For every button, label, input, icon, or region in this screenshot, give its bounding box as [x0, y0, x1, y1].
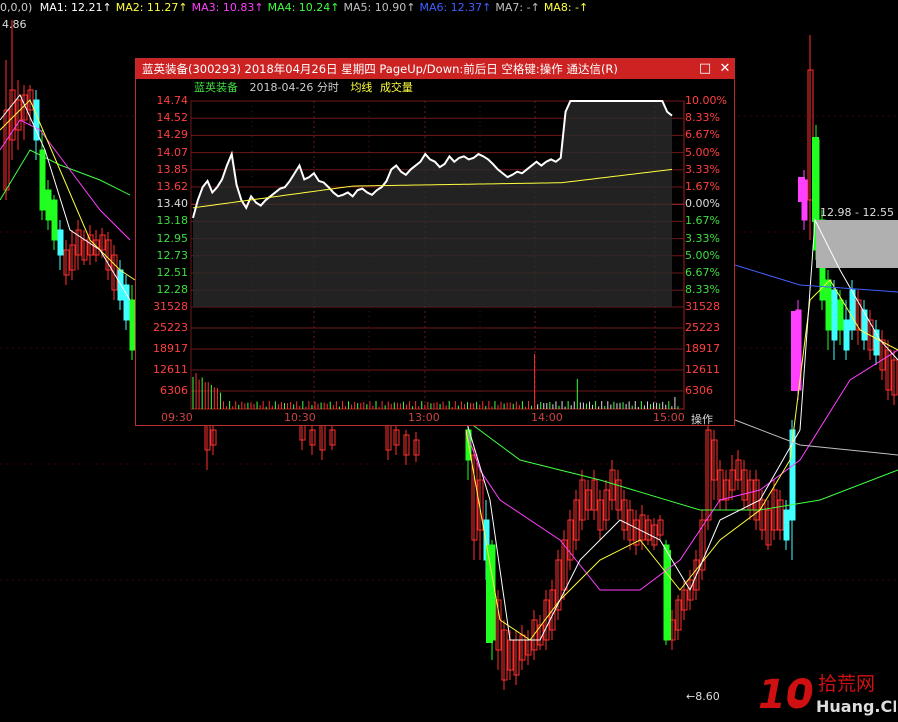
percent-tick-right: 5.00% — [685, 248, 720, 262]
volume-tick-left: 31528 — [153, 300, 188, 313]
ma-item-3: MA3: 10.83↑ — [191, 1, 264, 14]
brand-name: 拾荒网 — [818, 673, 875, 695]
percent-tick-right: 10.00% — [685, 94, 727, 107]
percent-tick-right: 5.00% — [685, 145, 720, 159]
volume-tick-left: 6306 — [160, 384, 188, 397]
watermark-logo: 10 拾荒网 Huang.CN — [756, 668, 898, 718]
percent-tick-right: 6.67% — [685, 128, 720, 142]
price-range-box — [816, 220, 898, 268]
candle-body — [39, 149, 46, 211]
time-tick: 09:30 — [161, 411, 193, 424]
candle-body — [664, 550, 671, 640]
ma-line — [465, 419, 898, 511]
time-tick: 13:00 — [408, 411, 440, 424]
time-tick: 10:30 — [284, 411, 316, 424]
price-tick-left: 14.07 — [156, 145, 189, 159]
ma-line — [734, 264, 898, 293]
candle-body — [798, 177, 805, 202]
price-tick-left: 14.29 — [156, 128, 189, 142]
ma-indicator-bar: 0,0,0) MA1: 12.21↑ MA2: 11.27↑ MA3: 10.83↑… — [0, 0, 596, 16]
ma-line — [0, 119, 131, 241]
brand-number: 10 — [758, 672, 814, 718]
range-label: 12.98 - 12.55 — [820, 206, 894, 219]
time-tick: 14:00 — [531, 411, 563, 424]
price-area — [193, 101, 672, 307]
price-tick-left: 13.85 — [156, 162, 189, 176]
candle-body — [783, 509, 790, 541]
volume-tick-right: 18917 — [685, 342, 720, 355]
volume-tick-left: 12611 — [153, 363, 188, 376]
price-tick-left: 13.18 — [156, 214, 189, 228]
price-tick-left: 12.51 — [156, 266, 189, 279]
ma-item-1: MA1: 12.21↑ — [39, 1, 112, 14]
volume-tick-right: 31528 — [685, 300, 720, 313]
price-tick-left: 12.95 — [156, 231, 189, 245]
candle-body — [123, 284, 130, 321]
volume-tick-right: 6306 — [685, 384, 713, 397]
candle-body — [843, 319, 850, 351]
percent-tick-right: 8.33% — [685, 111, 720, 125]
volume-tick-right: 25223 — [685, 321, 720, 334]
high-price-label: 4.86 — [2, 18, 27, 31]
ma-item-8: MA8: -↑ — [543, 1, 589, 14]
percent-tick-right: 3.33% — [685, 231, 720, 245]
candle-body — [57, 229, 64, 256]
low-price-label: ←8.60 — [686, 690, 720, 703]
volume-tick-left: 18917 — [153, 342, 188, 355]
restore-icon[interactable]: □ — [696, 59, 714, 79]
percent-tick-right: 6.67% — [685, 266, 720, 279]
volume-tick-right: 12611 — [685, 363, 720, 376]
close-icon[interactable]: ✕ — [716, 59, 734, 79]
price-tick-left: 14.52 — [156, 111, 189, 125]
ma-item-4: MA4: 10.24↑ — [267, 1, 340, 14]
candle-body — [849, 289, 856, 331]
percent-tick-right: 1.67% — [685, 214, 720, 228]
ma-item-5: MA5: 10.90↑ — [343, 1, 416, 14]
percent-tick-right: 3.33% — [685, 162, 720, 176]
candle-body — [791, 311, 798, 391]
percent-tick-right: 8.33% — [685, 283, 720, 297]
operate-button[interactable]: 操作 — [691, 411, 713, 427]
popup-titlebar[interactable]: 蓝英装备(300293) 2018年04月26日 星期四 PageUp/Down… — [136, 59, 734, 79]
price-tick-left: 13.62 — [156, 180, 189, 193]
popup-title: 蓝英装备(300293) 2018年04月26日 星期四 PageUp/Down… — [142, 62, 618, 76]
price-tick-left: 12.28 — [156, 283, 189, 297]
candle-body — [812, 137, 819, 222]
percent-tick-right: 1.67% — [685, 180, 720, 193]
ma-line — [734, 419, 898, 456]
brand-site: Huang.CN — [816, 697, 896, 716]
ma-lead: 0,0,0) — [0, 1, 33, 14]
candle-body — [861, 309, 868, 341]
ma-line — [0, 99, 136, 281]
intraday-popup[interactable]: 蓝英装备(300293) 2018年04月26日 星期四 PageUp/Down… — [135, 58, 735, 426]
ma-line — [0, 149, 131, 201]
ma-item-7: MA7: -↑ — [495, 1, 540, 14]
volume-tick-left: 25223 — [153, 321, 188, 334]
price-tick-left: 12.73 — [156, 248, 189, 262]
candle-body — [45, 189, 52, 221]
percent-tick-right: 0.00% — [685, 197, 720, 211]
candle-body — [831, 289, 838, 341]
price-tick-left: 13.40 — [156, 197, 189, 211]
candle-body — [837, 299, 844, 331]
candle-body — [51, 199, 58, 241]
intraday-chart[interactable] — [136, 79, 734, 425]
price-tick-left: 14.74 — [156, 94, 189, 107]
ma-item-6: MA6: 12.37↑ — [419, 1, 492, 14]
ma-item-2: MA2: 11.27↑ — [115, 1, 188, 14]
time-tick: 15:00 — [653, 411, 685, 424]
